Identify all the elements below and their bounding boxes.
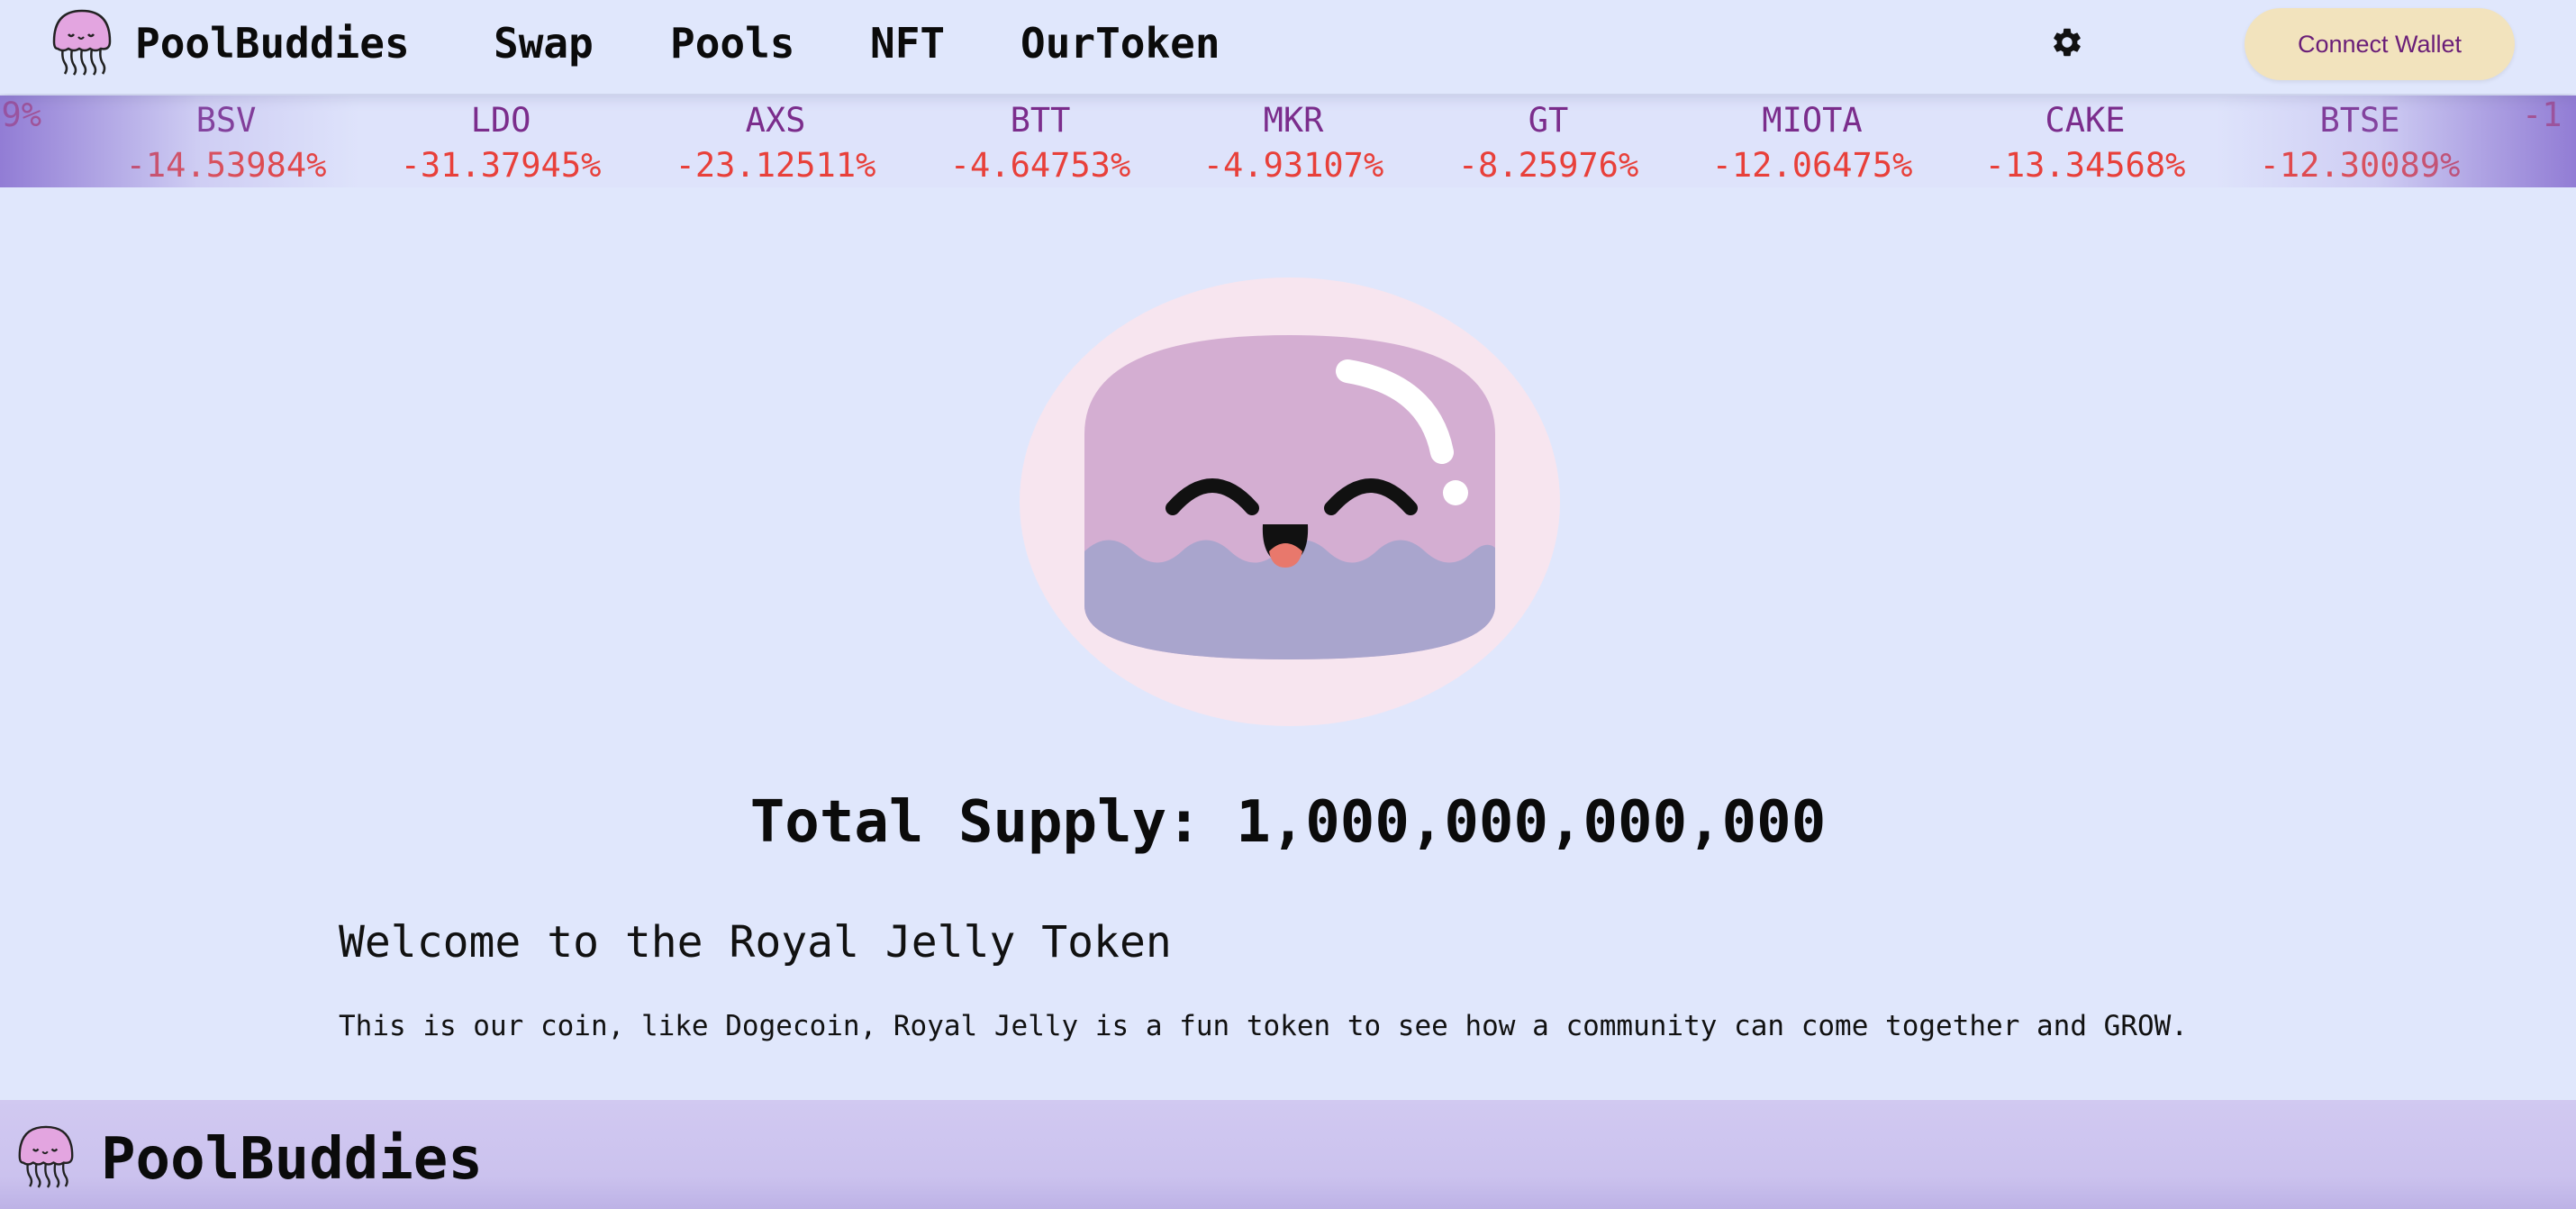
ticker-symbol: AXS [745,101,806,140]
nav-nft[interactable]: NFT [870,13,945,74]
ticker-change: -1 [2522,95,2562,134]
top-navbar: PoolBuddies Swap Pools NFT OurToken Conn… [0,0,2576,94]
ticker-item: CAKE -13.34568% [1968,95,2202,186]
ticker-change: -12.30089% [2259,146,2461,185]
ticker-change: -4.64753% [949,146,1131,185]
ticker-symbol: MKR [1263,101,1324,140]
welcome-title: Welcome to the Royal Jelly Token [339,917,1172,968]
ticker-item: GT -8.25976% [1431,95,1665,186]
ticker-change: -8.25976% [1457,146,1639,185]
footer: PoolBuddies [0,1100,2576,1209]
ticker-item: MKR -4.93107% [1176,95,1410,186]
ticker-symbol: MIOTA [1762,101,1863,140]
ticker-item: BTT -4.64753% [923,95,1157,186]
ticker-symbol: GT [1528,101,1569,140]
ticker-item: BTSE -12.30089% [2243,95,2477,186]
total-supply-heading: Total Supply: 1,000,000,000,000 [749,789,1827,856]
ticker-symbol: LDO [470,101,531,140]
nav-swap[interactable]: Swap [494,13,594,74]
ticker-change: -23.12511% [675,146,876,185]
ticker-symbol: BSV [195,101,257,140]
jellyfish-logo-icon[interactable] [50,7,113,76]
price-ticker: 9% BSV -14.53984% LDO -31.37945% AXS -23… [0,95,2576,187]
ticker-change: -4.93107% [1202,146,1384,185]
ticker-change: -31.37945% [400,146,602,185]
jellyfish-logo-icon[interactable] [16,1123,76,1188]
connect-wallet-button[interactable]: Connect Wallet [2245,8,2515,80]
ticker-symbol: CAKE [2045,101,2126,140]
footer-brand-name[interactable]: PoolBuddies [101,1123,483,1195]
ticker-item: LDO -31.37945% [384,95,618,186]
ticker-item: -1 [2522,95,2576,135]
ticker-change: -12.06475% [1711,146,1913,185]
ticker-item: BSV -14.53984% [109,95,343,186]
welcome-description: This is our coin, like Dogecoin, Royal J… [339,1010,2188,1042]
gear-icon[interactable] [2050,25,2084,59]
ticker-change: -13.34568% [1984,146,2186,185]
ticker-item: 9% [0,95,45,135]
royal-jelly-mascot-image [1084,335,1495,659]
nav-ourtoken[interactable]: OurToken [1020,13,1220,74]
ticker-change: 9% [1,95,41,134]
ticker-symbol: BTSE [2319,101,2400,140]
ticker-change: -14.53984% [125,146,327,185]
ticker-symbol: BTT [1010,101,1071,140]
ticker-item: MIOTA -12.06475% [1695,95,1929,186]
nav-pools[interactable]: Pools [670,13,794,74]
brand-name[interactable]: PoolBuddies [135,13,410,74]
ticker-item: AXS -23.12511% [658,95,893,186]
